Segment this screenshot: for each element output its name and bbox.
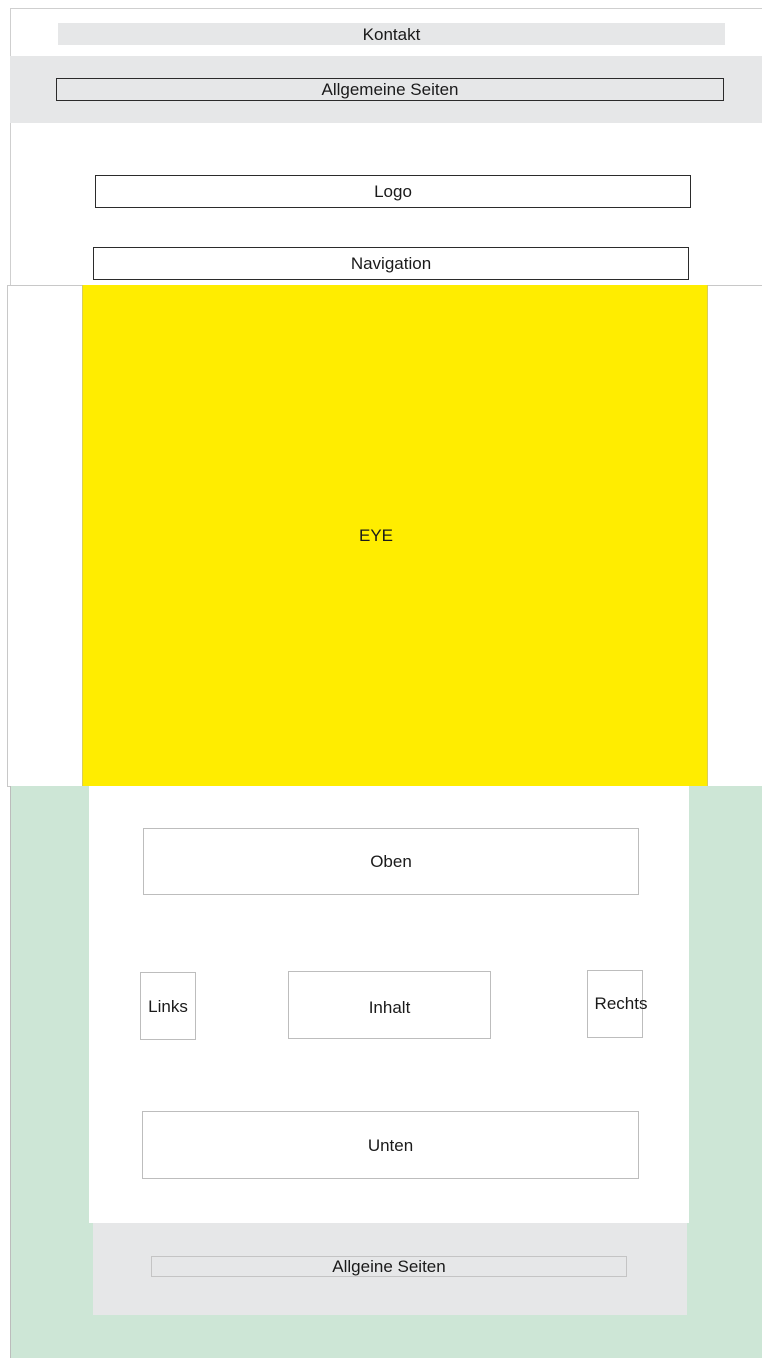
kontakt-label: Kontakt (362, 24, 421, 44)
allgemeine-seiten-box: Allgemeine Seiten (56, 78, 724, 101)
links-label: Links (148, 996, 188, 1016)
header-region (10, 8, 762, 286)
inhalt-label: Inhalt (368, 997, 411, 1017)
unten-box: Unten (142, 1111, 639, 1179)
kontakt-bar: Kontakt (58, 23, 725, 45)
rechts-box: Rechts (587, 970, 647, 1038)
unten-label: Unten (367, 1135, 414, 1155)
logo-box: Logo (95, 175, 691, 208)
eye-label: EYE (358, 526, 394, 545)
allgemeine-seiten-label: Allgemeine Seiten (321, 80, 459, 99)
eye-block: EYE (82, 285, 708, 786)
navigation-label: Navigation (350, 254, 432, 273)
footer-allgeine-seiten-label: Allgeine Seiten (332, 1257, 446, 1276)
inhalt-box: Inhalt (288, 971, 491, 1039)
links-box: Links (140, 972, 196, 1040)
logo-label: Logo (374, 182, 412, 201)
oben-box: Oben (143, 828, 639, 895)
navigation-box: Navigation (93, 247, 689, 280)
oben-label: Oben (370, 852, 412, 871)
footer-allgeine-seiten-box: Allgeine Seiten (151, 1256, 627, 1277)
rechts-label: Rechts (594, 993, 648, 1013)
